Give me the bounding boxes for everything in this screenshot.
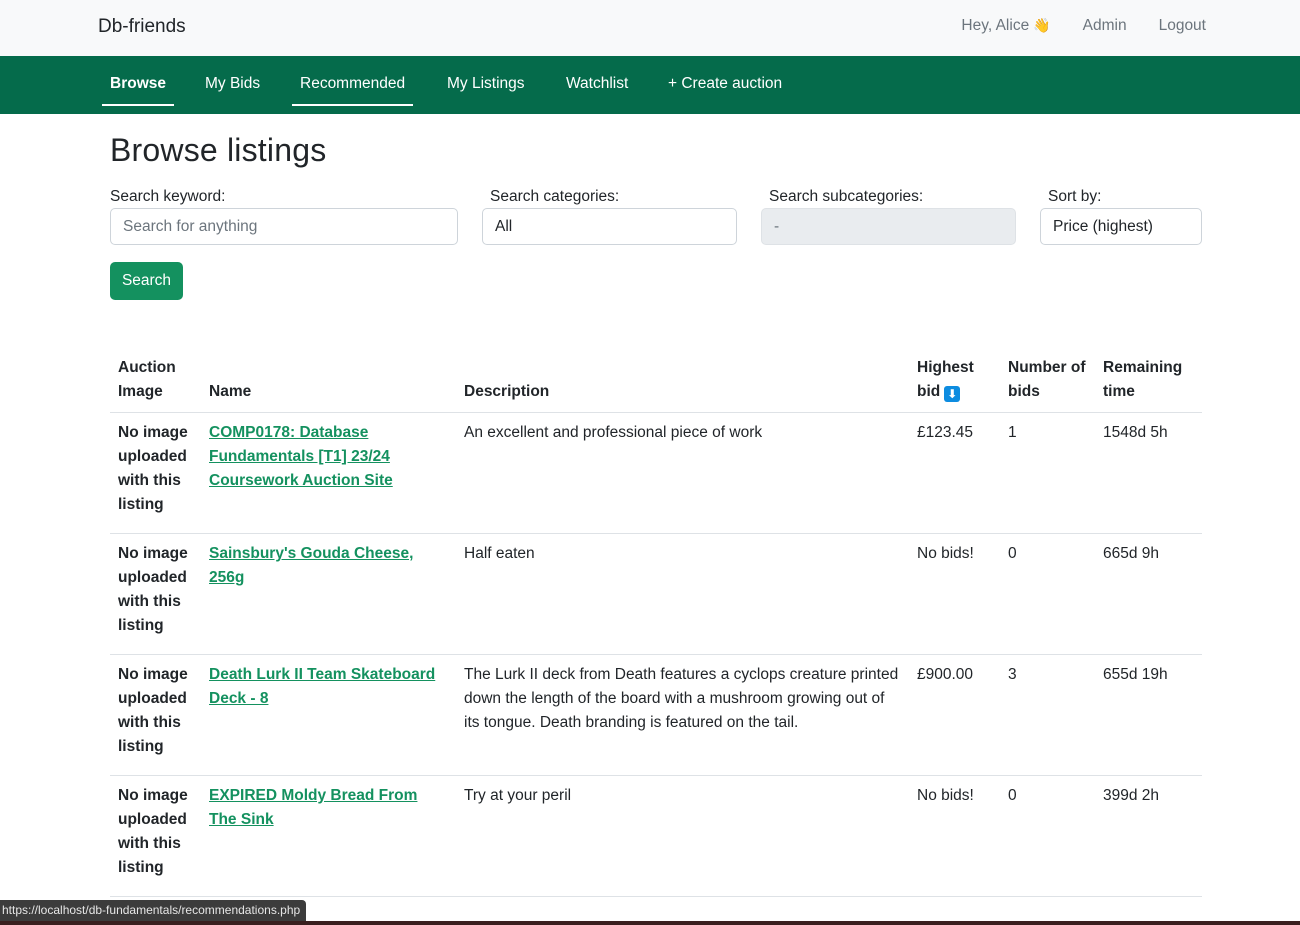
nav-create-auction[interactable]: + Create auction bbox=[660, 56, 790, 114]
cell-image: No image uploaded with this listing bbox=[110, 533, 201, 655]
top-navbar: Db-friends Hey, Alice 👋 Admin Logout bbox=[0, 0, 1300, 56]
nav-create-auction-label: + Create auction bbox=[668, 75, 783, 92]
greeting: Hey, Alice 👋 bbox=[961, 17, 1050, 35]
cell-remaining: 399d 2h bbox=[1095, 775, 1202, 897]
categories-select[interactable]: All bbox=[482, 208, 737, 245]
cell-name: Sainsbury's Gouda Cheese, 256g bbox=[201, 533, 456, 655]
cell-highest-bid: No bids! bbox=[909, 775, 1000, 897]
cell-num-bids: 3 bbox=[1000, 654, 1095, 776]
logout-link[interactable]: Logout bbox=[1159, 17, 1206, 35]
cell-num-bids: 0 bbox=[1000, 533, 1095, 655]
table-row: No image uploaded with this listing EXPI… bbox=[110, 775, 1202, 897]
sort-select[interactable]: Price (highest) bbox=[1040, 208, 1202, 245]
sort-down-icon[interactable]: ⬇ bbox=[944, 386, 961, 402]
greeting-text: Hey, Alice bbox=[961, 17, 1030, 34]
table-row: No image uploaded with this listing Sain… bbox=[110, 533, 1202, 655]
status-bar-url: https://localhost/db-fundamentals/recomm… bbox=[0, 900, 307, 921]
nav-browse-label: Browse bbox=[110, 75, 166, 92]
cell-name: EXPIRED Moldy Bread From The Sink bbox=[201, 775, 456, 897]
header-num-bids: Number of bids bbox=[1000, 354, 1095, 413]
admin-link[interactable]: Admin bbox=[1083, 17, 1127, 35]
nav-my-listings-label: My Listings bbox=[447, 75, 525, 92]
categories-label: Search categories: bbox=[490, 188, 620, 205]
subcategories-select: - bbox=[761, 208, 1016, 245]
nav-my-listings[interactable]: My Listings bbox=[439, 56, 533, 114]
table-row: No image uploaded with this listing Deat… bbox=[110, 654, 1202, 776]
cell-name: Death Lurk II Team Skateboard Deck - 8 bbox=[201, 654, 456, 776]
cell-name: COMP0178: Database Fundamentals [T1] 23/… bbox=[201, 412, 456, 534]
nav-watchlist[interactable]: Watchlist bbox=[558, 56, 636, 114]
search-button[interactable]: Search bbox=[110, 262, 183, 300]
keyword-input[interactable]: Search for anything bbox=[110, 208, 458, 245]
cell-remaining: 665d 9h bbox=[1095, 533, 1202, 655]
nav-watchlist-label: Watchlist bbox=[566, 75, 629, 92]
listing-link[interactable]: EXPIRED Moldy Bread From The Sink bbox=[209, 787, 417, 828]
header-image: Auction Image bbox=[110, 354, 201, 413]
listings-table: Auction Image Name Description Highest b… bbox=[110, 354, 1202, 897]
nav-my-bids-label: My Bids bbox=[205, 75, 261, 92]
cell-highest-bid: £900.00 bbox=[909, 654, 1000, 776]
cell-image: No image uploaded with this listing bbox=[110, 654, 201, 776]
cell-highest-bid: No bids! bbox=[909, 533, 1000, 655]
cell-description: Half eaten bbox=[456, 533, 909, 655]
subcategories-label: Search subcategories: bbox=[769, 188, 924, 205]
listing-link[interactable]: Death Lurk II Team Skateboard Deck - 8 bbox=[209, 666, 435, 707]
cell-image: No image uploaded with this listing bbox=[110, 412, 201, 534]
cell-description: The Lurk II deck from Death features a c… bbox=[456, 654, 909, 776]
hover-underline bbox=[292, 104, 414, 106]
active-underline bbox=[102, 104, 174, 106]
user-nav: Hey, Alice 👋 Admin Logout bbox=[961, 17, 1206, 35]
keyword-label: Search keyword: bbox=[110, 188, 226, 205]
taskbar-edge bbox=[0, 921, 1300, 925]
header-name: Name bbox=[201, 354, 456, 413]
wave-icon: 👋 bbox=[1033, 17, 1051, 33]
table-header-row: Auction Image Name Description Highest b… bbox=[110, 354, 1202, 413]
sort-label: Sort by: bbox=[1048, 188, 1102, 205]
brand-logo[interactable]: Db-friends bbox=[98, 16, 186, 38]
cell-description: An excellent and professional piece of w… bbox=[456, 412, 909, 534]
nav-recommended[interactable]: Recommended bbox=[292, 56, 414, 114]
cell-highest-bid: £123.45 bbox=[909, 412, 1000, 534]
header-description: Description bbox=[456, 354, 909, 413]
cell-num-bids: 1 bbox=[1000, 412, 1095, 534]
cell-description: Try at your peril bbox=[456, 775, 909, 897]
nav-browse[interactable]: Browse bbox=[102, 56, 174, 114]
page-title: Browse listings bbox=[110, 132, 327, 168]
table-row: No image uploaded with this listing COMP… bbox=[110, 412, 1202, 534]
header-remaining: Remaining time bbox=[1095, 354, 1202, 413]
cell-image: No image uploaded with this listing bbox=[110, 775, 201, 897]
cell-remaining: 1548d 5h bbox=[1095, 412, 1202, 534]
listing-link[interactable]: Sainsbury's Gouda Cheese, 256g bbox=[209, 545, 413, 586]
main-nav: Browse My Bids Recommended My Listings W… bbox=[0, 56, 1300, 114]
cell-num-bids: 0 bbox=[1000, 775, 1095, 897]
listing-link[interactable]: COMP0178: Database Fundamentals [T1] 23/… bbox=[209, 424, 393, 489]
header-highest-bid: Highest bid ⬇ bbox=[909, 354, 1000, 413]
cell-remaining: 655d 19h bbox=[1095, 654, 1202, 776]
nav-my-bids[interactable]: My Bids bbox=[197, 56, 268, 114]
nav-recommended-label: Recommended bbox=[300, 75, 406, 92]
